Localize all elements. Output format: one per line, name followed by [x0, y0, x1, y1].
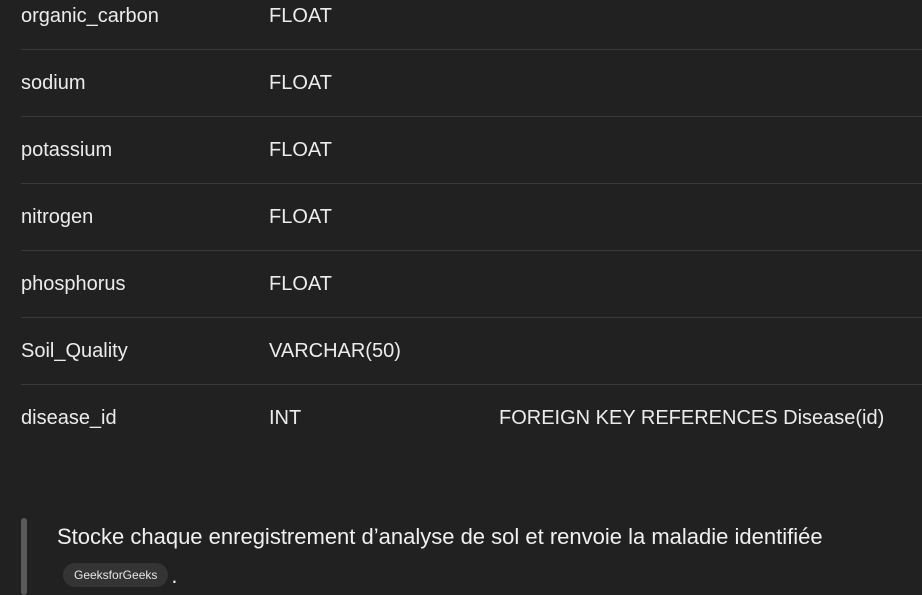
column-type: FLOAT	[269, 5, 332, 27]
column-name: phosphorus	[21, 273, 126, 295]
column-name: Soil_Quality	[21, 340, 128, 362]
table-row: Soil_Quality VARCHAR(50)	[21, 318, 922, 385]
quote-bar	[21, 518, 27, 595]
column-name: potassium	[21, 139, 113, 161]
table-row: potassium FLOAT	[21, 117, 922, 184]
source-row: GeeksforGeeks .	[63, 561, 178, 589]
column-name: sodium	[21, 72, 86, 94]
table-row: phosphorus FLOAT	[21, 251, 922, 318]
table-row: nitrogen FLOAT	[21, 184, 922, 251]
table-row: sodium FLOAT	[21, 50, 922, 117]
column-type: FLOAT	[269, 72, 332, 94]
column-type: INT	[269, 407, 302, 429]
column-type: VARCHAR(50)	[269, 340, 401, 362]
column-name: organic_carbon	[21, 5, 159, 27]
blockquote: Stocke chaque enregistrement d’analyse d…	[21, 518, 901, 595]
table-row: disease_id INT FOREIGN KEY REFERENCES Di…	[21, 385, 922, 451]
column-type: FLOAT	[269, 139, 332, 161]
table-row: organic_carbon FLOAT	[21, 0, 922, 50]
chat-page: organic_carbon FLOAT sodium FLOAT potass…	[0, 0, 922, 595]
column-name: nitrogen	[21, 206, 94, 228]
column-type: FLOAT	[269, 273, 332, 295]
column-type: FLOAT	[269, 206, 332, 228]
quote-text: Stocke chaque enregistrement d’analyse d…	[57, 524, 823, 549]
trailing-period: .	[171, 563, 178, 588]
column-name: disease_id	[21, 407, 117, 429]
schema-table: organic_carbon FLOAT sodium FLOAT potass…	[21, 0, 922, 451]
column-constraint: FOREIGN KEY REFERENCES Disease(id)	[499, 407, 885, 429]
source-citation-button[interactable]: GeeksforGeeks	[63, 563, 169, 587]
